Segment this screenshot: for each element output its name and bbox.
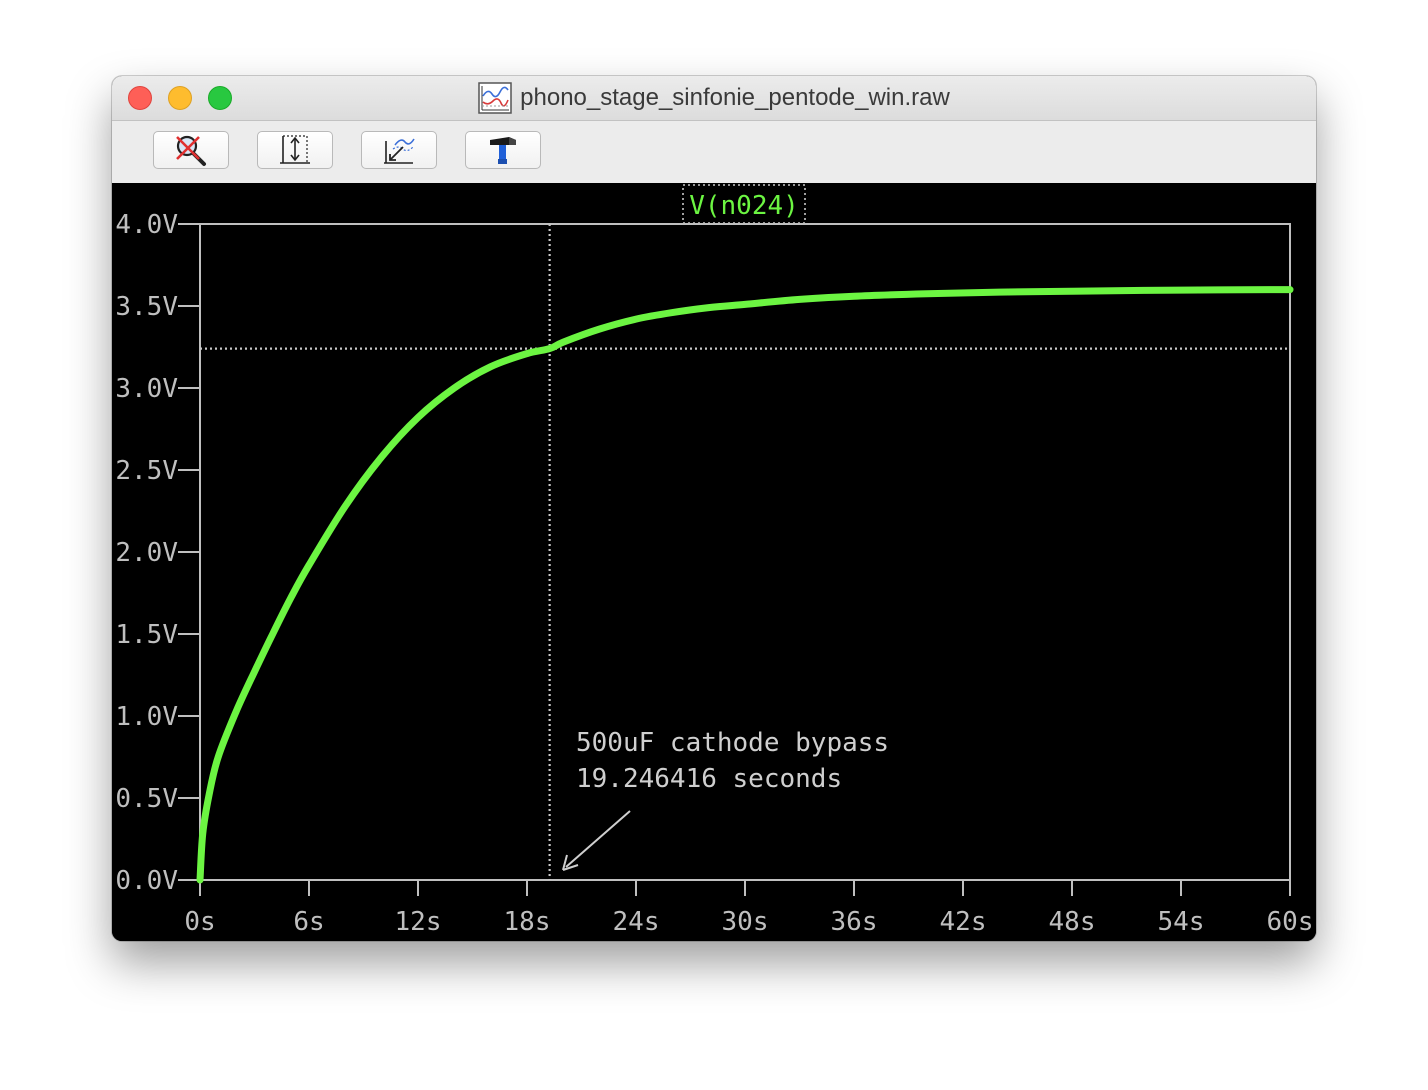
y-tick-label: 0.0V	[115, 866, 178, 896]
title-bar[interactable]: phono_stage_sinfonie_pentode_win.raw	[112, 76, 1316, 121]
x-tick-label: 6s	[293, 907, 324, 937]
plot-area[interactable]: V(n024) 0.0V 0.5V 1.0V 1.5V 2.0V 2.5V 3.0V 3.5V…	[112, 183, 1316, 941]
trace-label[interactable]: V(n024)	[689, 191, 799, 221]
x-tick-label: 36s	[831, 907, 878, 937]
zoom-cancel-button[interactable]	[153, 131, 229, 169]
waveform-file-icon	[478, 82, 512, 114]
zoom-back-button[interactable]	[361, 131, 437, 169]
y-tick-label: 1.5V	[115, 620, 178, 650]
x-tick-label: 48s	[1049, 907, 1096, 937]
x-tick-label: 60s	[1267, 907, 1314, 937]
x-tick-label: 24s	[613, 907, 660, 937]
x-tick-label: 12s	[395, 907, 442, 937]
waveform-window: phono_stage_sinfonie_pentode_win.raw V(n…	[112, 76, 1316, 941]
x-tick-label: 42s	[940, 907, 987, 937]
x-tick-label: 54s	[1158, 907, 1205, 937]
plot-background	[112, 183, 1316, 941]
window-title: phono_stage_sinfonie_pentode_win.raw	[520, 84, 950, 111]
y-tick-label: 1.0V	[115, 702, 178, 732]
y-tick-label: 3.0V	[115, 374, 178, 404]
zoom-back-icon	[384, 138, 415, 164]
annotation-line-1: 500uF cathode bypass	[576, 728, 889, 758]
hammer-icon	[490, 137, 516, 164]
autorange-icon	[280, 135, 310, 164]
toolbar	[112, 121, 1316, 183]
annotation-line-2: 19.246416 seconds	[576, 764, 842, 794]
y-tick-label: 0.5V	[115, 784, 178, 814]
x-tick-label: 0s	[184, 907, 215, 937]
zoom-cancel-icon	[176, 135, 206, 166]
y-tick-label: 3.5V	[115, 292, 178, 322]
y-tick-label: 4.0V	[115, 210, 178, 240]
y-tick-label: 2.5V	[115, 456, 178, 486]
tools-button[interactable]	[465, 131, 541, 169]
x-tick-label: 30s	[722, 907, 769, 937]
waveform-plot[interactable]: V(n024) 0.0V 0.5V 1.0V 1.5V 2.0V 2.5V 3.0V 3.5V…	[112, 183, 1316, 941]
y-tick-label: 2.0V	[115, 538, 178, 568]
autorange-button[interactable]	[257, 131, 333, 169]
x-tick-label: 18s	[504, 907, 551, 937]
